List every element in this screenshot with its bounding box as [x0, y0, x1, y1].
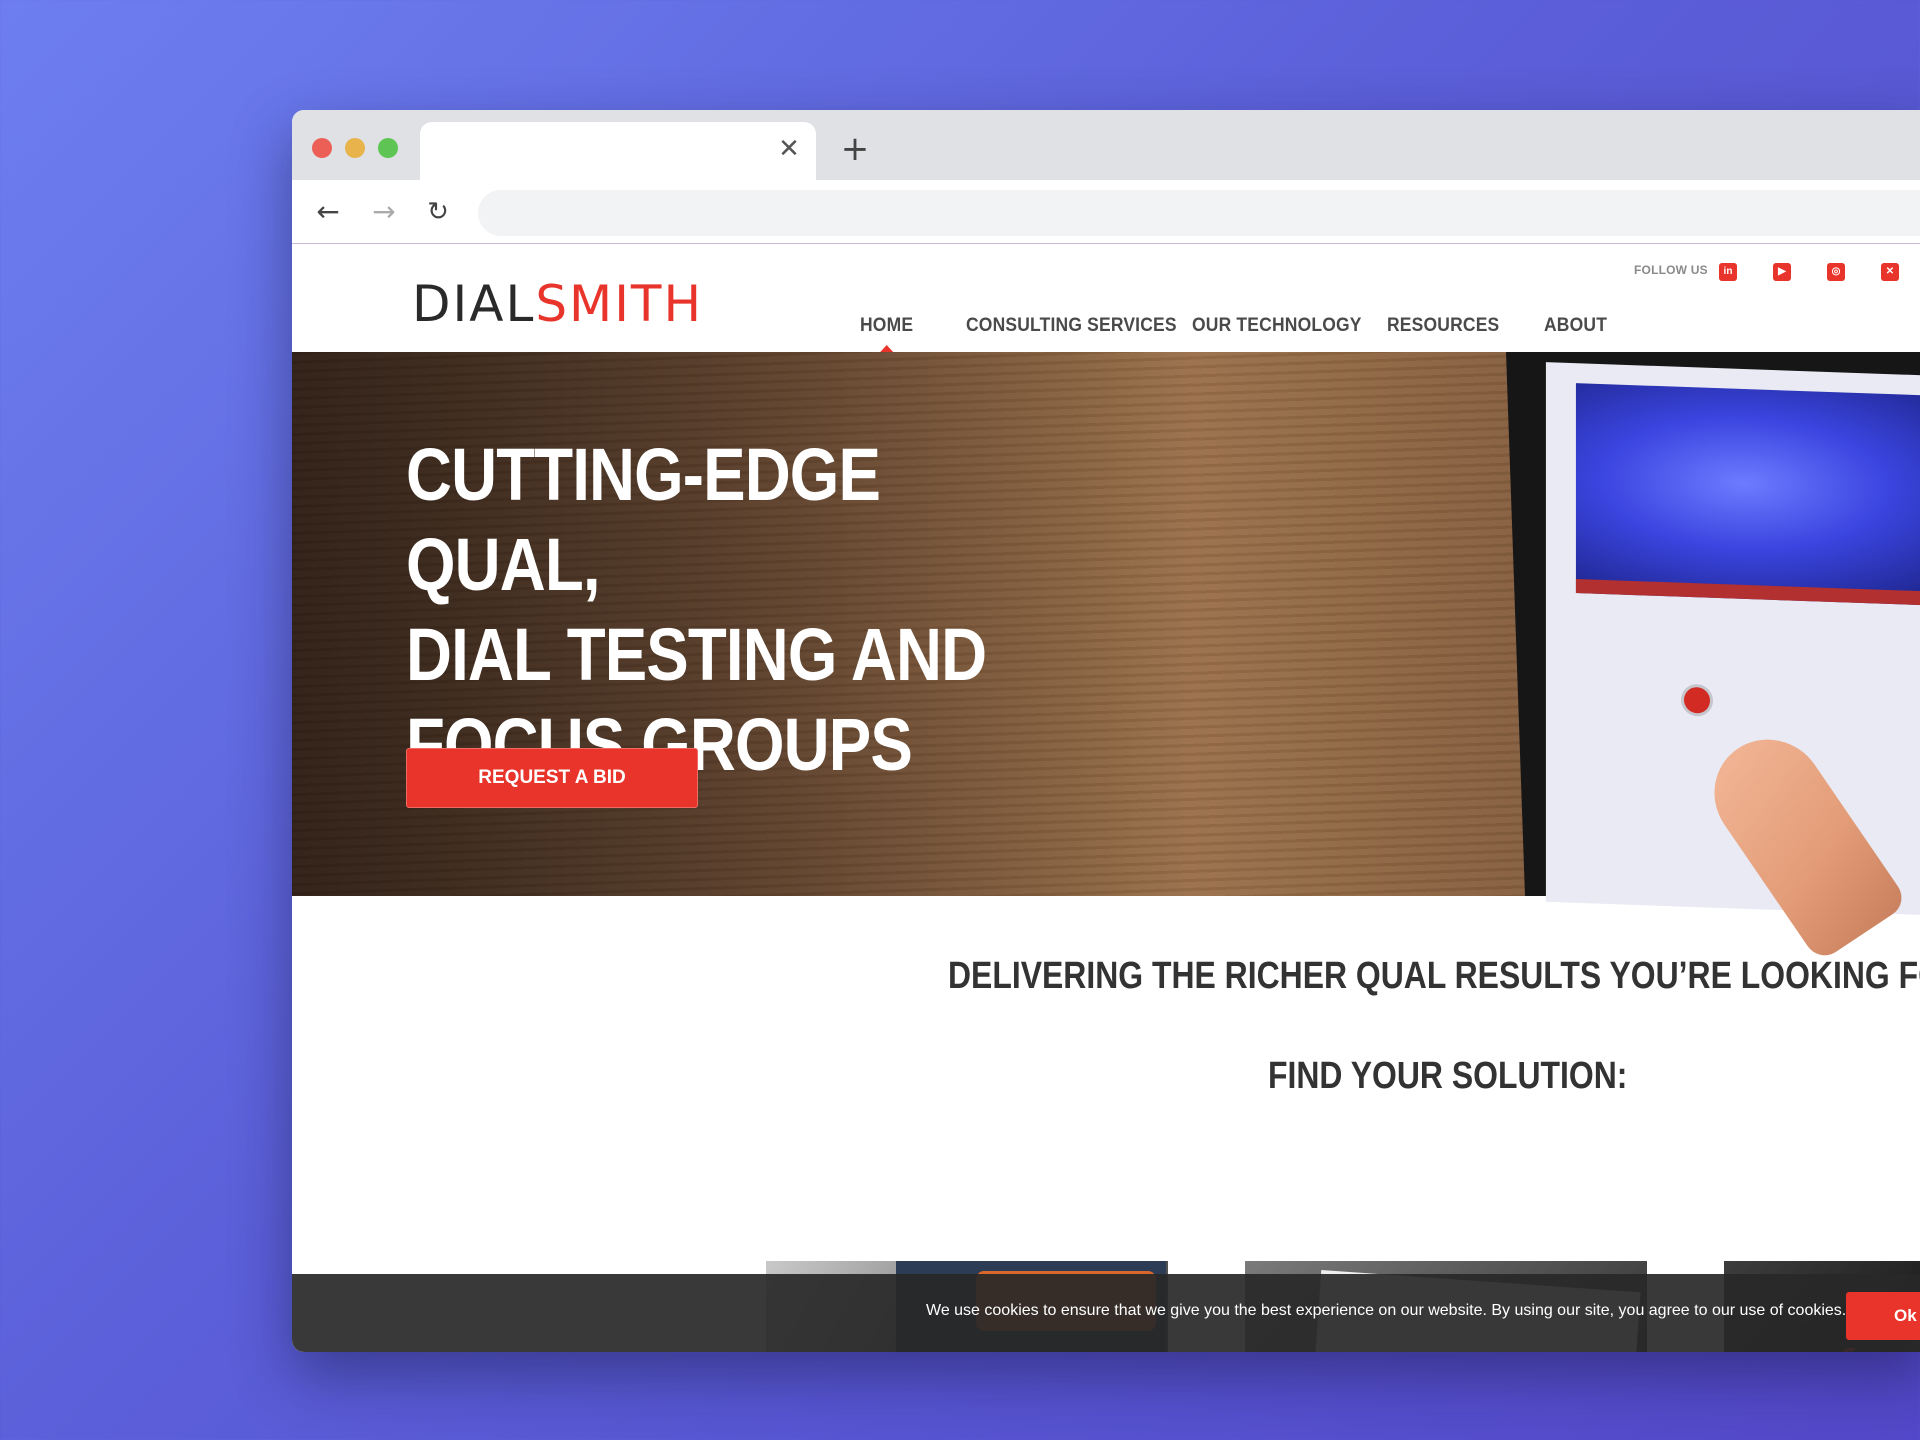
address-bar[interactable]: [478, 190, 1920, 236]
dial-marker: [1684, 686, 1711, 714]
follow-us-label: FOLLOW US: [1634, 263, 1708, 277]
section-headline: DELIVERING THE RICHER QUAL RESULTS YOU’R…: [948, 955, 1920, 997]
logo-text-dial: DIAL: [412, 275, 536, 333]
tab-bar: ✕ +: [292, 110, 1920, 180]
menu-item-our-technology[interactable]: OUR TECHNOLOGY: [1192, 315, 1362, 337]
back-icon[interactable]: ←: [310, 194, 346, 230]
hero-banner: CUTTING-EDGE QUAL, DIAL TESTING AND FOCU…: [292, 352, 1920, 963]
dialsmith-logo[interactable]: DIALSMITH: [412, 279, 703, 329]
cookie-ok-button[interactable]: Ok: [1846, 1292, 1920, 1340]
pointing-finger: [1692, 718, 1910, 963]
browser-tab[interactable]: ✕: [420, 122, 816, 180]
cookie-message: We use cookies to ensure that we give yo…: [926, 1302, 1847, 1319]
x-icon[interactable]: ✕: [1881, 263, 1899, 281]
browser-window: ✕ + ← → ↻ DIALSMITH FOLLOW US in ▶ ◎ ✕ H…: [292, 110, 1920, 1352]
reload-icon[interactable]: ↻: [420, 194, 456, 230]
youtube-icon[interactable]: ▶: [1773, 263, 1791, 281]
close-icon[interactable]: ✕: [776, 136, 802, 162]
new-tab-button[interactable]: +: [838, 132, 872, 166]
minimize-window-button[interactable]: [345, 138, 365, 158]
tablet-screen: [1545, 362, 1920, 963]
tablet-image: [1506, 352, 1920, 963]
menu-item-home[interactable]: HOME: [860, 315, 913, 352]
maximize-window-button[interactable]: [378, 138, 398, 158]
hero-title-line-1: CUTTING-EDGE QUAL,: [406, 433, 881, 606]
logo-text-smith: SMITH: [535, 275, 704, 333]
forward-icon[interactable]: →: [366, 194, 402, 230]
request-a-bid-button[interactable]: REQUEST A BID: [406, 748, 698, 808]
browser-toolbar: ← → ↻: [292, 180, 1920, 244]
close-window-button[interactable]: [312, 138, 332, 158]
cookie-banner: We use cookies to ensure that we give yo…: [292, 1274, 1920, 1352]
menu-item-about[interactable]: ABOUT: [1544, 315, 1607, 337]
instagram-icon[interactable]: ◎: [1827, 263, 1845, 281]
section-subheadline: FIND YOUR SOLUTION:: [1268, 1055, 1628, 1097]
hero-title-line-2: DIAL TESTING AND: [406, 613, 987, 696]
presentation-video-thumbnail: [1575, 383, 1920, 608]
menu-item-resources[interactable]: RESOURCES: [1387, 315, 1499, 337]
menu-item-consulting-services[interactable]: CONSULTING SERVICES: [966, 315, 1177, 337]
web-page: DIALSMITH FOLLOW US in ▶ ◎ ✕ HOME CONSUL…: [292, 245, 1920, 1352]
linkedin-icon[interactable]: in: [1719, 263, 1737, 281]
hero-title: CUTTING-EDGE QUAL, DIAL TESTING AND FOCU…: [406, 430, 1060, 790]
site-header: DIALSMITH FOLLOW US in ▶ ◎ ✕ HOME CONSUL…: [292, 245, 1920, 352]
